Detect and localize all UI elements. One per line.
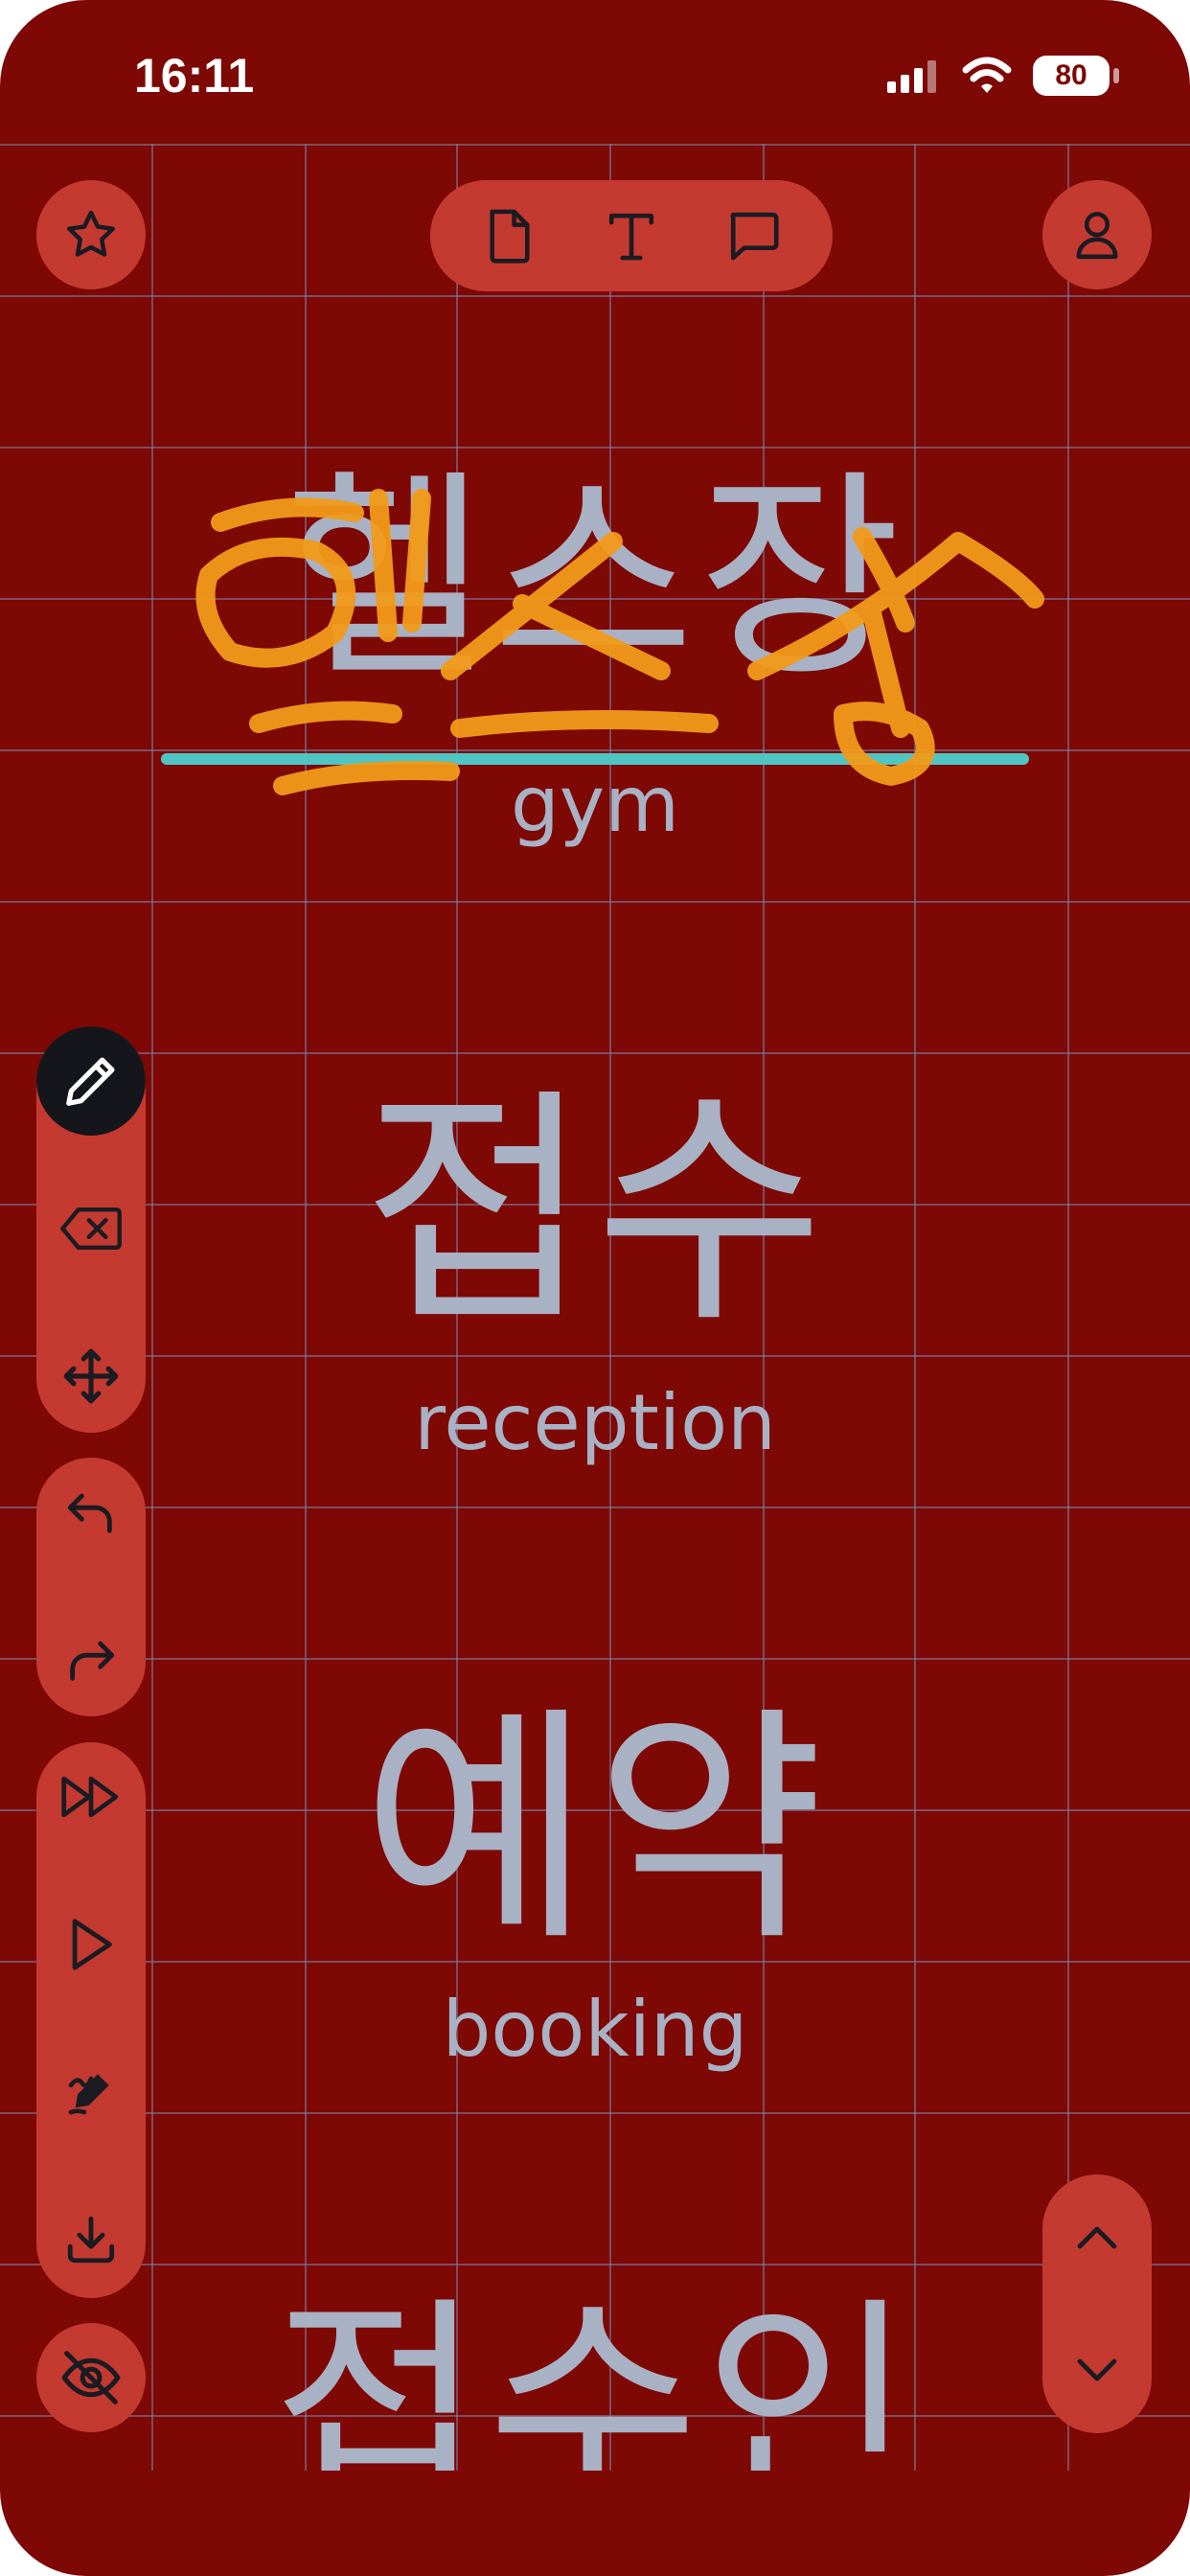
eraser-icon bbox=[60, 1208, 122, 1250]
download-button[interactable] bbox=[36, 2185, 146, 2294]
undo-icon bbox=[67, 1493, 112, 1533]
fast-forward-button[interactable] bbox=[36, 1742, 146, 1852]
playback-tools-group bbox=[36, 1742, 146, 2298]
chevron-up-icon bbox=[1077, 2226, 1117, 2249]
download-icon bbox=[67, 2216, 115, 2264]
move-button[interactable] bbox=[36, 1322, 146, 1431]
play-button[interactable] bbox=[36, 1890, 146, 1999]
scroll-up-button[interactable] bbox=[1042, 2174, 1152, 2299]
move-icon bbox=[63, 1348, 119, 1404]
hide-icon bbox=[61, 2351, 121, 2404]
scroll-controls bbox=[1042, 2174, 1152, 2433]
fast-forward-icon bbox=[61, 1776, 119, 1818]
handwriting-strokes bbox=[195, 489, 1044, 795]
redo-icon bbox=[70, 1641, 115, 1681]
app-screen: 16:11 80 헬스장 gym 접수 reception 예약 booking… bbox=[0, 0, 1190, 2576]
auto-write-icon bbox=[68, 2074, 109, 2115]
scroll-down-button[interactable] bbox=[1042, 2309, 1152, 2433]
redo-button[interactable] bbox=[36, 1605, 146, 1714]
pencil-icon bbox=[66, 1057, 115, 1106]
eraser-button[interactable] bbox=[36, 1174, 146, 1283]
chevron-down-icon bbox=[1077, 2358, 1117, 2381]
pencil-button[interactable] bbox=[36, 1026, 146, 1136]
history-tools-group bbox=[36, 1458, 146, 1716]
word-korean-4: 접수인 bbox=[271, 2276, 919, 2471]
auto-write-button[interactable] bbox=[36, 2037, 146, 2147]
play-icon bbox=[72, 1919, 112, 1970]
undo-button[interactable] bbox=[36, 1458, 146, 1567]
hide-button[interactable] bbox=[36, 2323, 146, 2432]
